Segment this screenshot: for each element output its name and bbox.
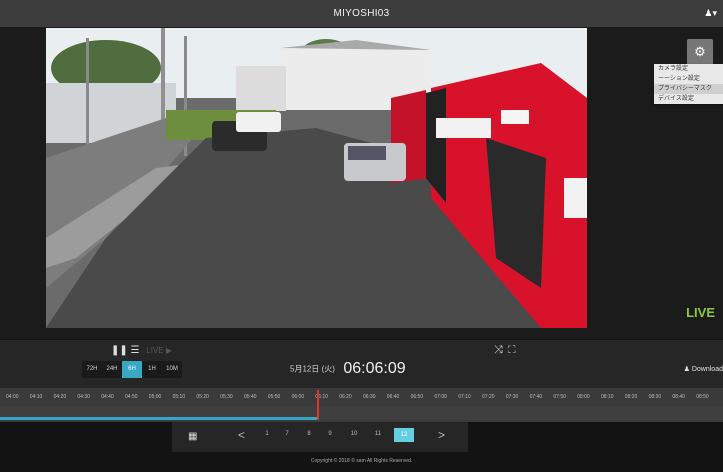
settings-menu-item-selected[interactable]: プライバシーマスク bbox=[654, 84, 723, 94]
timeline-tick-label: 04:20 bbox=[53, 394, 67, 400]
timeline-tick-label: 04:10 bbox=[29, 394, 43, 400]
calendar-icon[interactable]: ▦ bbox=[188, 431, 200, 442]
speed-option[interactable]: 72H bbox=[82, 361, 102, 378]
timeline-tick-label: 06:40 bbox=[386, 394, 400, 400]
timeline-tick-label: 08:40 bbox=[672, 394, 685, 400]
user-menu[interactable]: ♟▾ bbox=[704, 8, 717, 19]
timeline-tick-label: 08:00 bbox=[577, 394, 590, 400]
live-button[interactable]: LIVE ▶ bbox=[146, 346, 172, 355]
shrink-icon[interactable]: ⤨ bbox=[494, 344, 504, 356]
camera-video-feed[interactable] bbox=[46, 28, 587, 328]
settings-menu-item[interactable]: ーーション設定 bbox=[654, 74, 723, 84]
video-viewer: LIVE ⚙ カメラ設定 ーーション設定 プライバシーマスク デバイス設定 bbox=[0, 27, 723, 339]
timeline-tick-label: 07:40 bbox=[529, 394, 543, 400]
time-scale-selector: 72H 24H 6H 1H 10M bbox=[82, 361, 182, 378]
timeline-tick-label: 07:00 bbox=[434, 394, 447, 400]
timeline-tick-label: 06:50 bbox=[410, 394, 424, 400]
top-bar: MIYOSHI03 ♟▾ bbox=[0, 0, 723, 27]
timeline-playhead[interactable] bbox=[317, 390, 319, 420]
speed-option[interactable]: 10M bbox=[162, 361, 182, 378]
timeline-tick-label: 06:30 bbox=[363, 394, 376, 400]
timeline-ticks: 04:00 04:10 04:20 04:30 04:40 04:50 05:00 05:10… bbox=[0, 394, 723, 402]
timeline-tick-label: 08:30 bbox=[648, 394, 662, 400]
page-number[interactable]: 9 bbox=[323, 431, 337, 437]
timeline-tick-label: 08:50 bbox=[696, 394, 709, 400]
live-badge: LIVE bbox=[686, 305, 715, 320]
timeline-tick-label: 06:00 bbox=[291, 394, 305, 400]
download-button[interactable]: ♟ Download bbox=[684, 365, 723, 373]
timeline-tick-label: 07:30 bbox=[505, 394, 519, 400]
next-page-button[interactable]: > bbox=[438, 428, 445, 442]
list-icon[interactable]: ☰ bbox=[131, 345, 140, 356]
timeline-tick-label: 05:30 bbox=[220, 394, 233, 400]
timeline-tick-label: 06:20 bbox=[339, 394, 352, 400]
timeline-tick-label: 05:20 bbox=[196, 394, 209, 400]
page-number[interactable]: 1 bbox=[260, 431, 274, 437]
timeline-tick-label: 04:50 bbox=[125, 394, 138, 400]
timeline-tick-label: 05:10 bbox=[172, 394, 186, 400]
timeline-tick-label: 07:20 bbox=[482, 394, 495, 400]
settings-menu-item[interactable]: デバイス設定 bbox=[654, 94, 723, 104]
current-date: 5月12日 (火) bbox=[290, 364, 335, 374]
speed-option[interactable]: 24H bbox=[102, 361, 122, 378]
timeline-tick-label: 05:40 bbox=[244, 394, 257, 400]
current-datetime: 5月12日 (火) 06:06:09 bbox=[290, 360, 406, 378]
settings-menu: カメラ設定 ーーション設定 プライバシーマスク デバイス設定 bbox=[654, 64, 723, 104]
timeline-tick-label: 04:40 bbox=[101, 394, 114, 400]
timeline-tick-label: 05:00 bbox=[148, 394, 162, 400]
timeline-tick-label: 08:10 bbox=[601, 394, 614, 400]
timeline-tick-label: 08:20 bbox=[624, 394, 638, 400]
fullscreen-icon[interactable]: ⛶ bbox=[508, 344, 517, 356]
timeline-progress bbox=[0, 417, 319, 420]
gear-icon: ⚙ bbox=[694, 44, 706, 59]
timeline-tick-label: 05:50 bbox=[267, 394, 281, 400]
user-icon: ♟ bbox=[704, 8, 713, 18]
camera-title: MIYOSHI03 bbox=[333, 8, 390, 19]
download-icon: ♟ bbox=[683, 366, 690, 373]
playback-controls: ❚❚ ☰ LIVE ▶ 72H 24H 6H 1H 10M 5月12日 (火) … bbox=[0, 340, 723, 388]
timeline-tick-label: 04:00 bbox=[6, 394, 19, 400]
pagination: ▦ < 1 7 8 9 10 11 12 > bbox=[172, 422, 468, 452]
page-number[interactable]: 11 bbox=[371, 431, 385, 437]
settings-menu-item[interactable]: カメラ設定 bbox=[654, 64, 723, 74]
settings-button[interactable]: ⚙ bbox=[687, 39, 713, 65]
timeline-tick-label: 07:10 bbox=[458, 394, 471, 400]
timeline-tick-label: 04:30 bbox=[77, 394, 90, 400]
page-number[interactable]: 7 bbox=[280, 431, 294, 437]
page-number[interactable]: 8 bbox=[302, 431, 316, 437]
copyright-footer: Copyright © 2018 © sam All Rights Reserv… bbox=[310, 458, 413, 464]
page-number-current[interactable]: 12 bbox=[394, 428, 414, 442]
speed-option[interactable]: 1H bbox=[142, 361, 162, 378]
prev-page-button[interactable]: < bbox=[238, 428, 245, 442]
page-number[interactable]: 10 bbox=[347, 431, 361, 437]
speed-option-active[interactable]: 6H bbox=[122, 361, 142, 378]
timeline[interactable]: 04:00 04:10 04:20 04:30 04:40 04:50 05:00 05:10… bbox=[0, 388, 723, 422]
current-time: 06:06:09 bbox=[343, 360, 406, 377]
camera-image bbox=[46, 28, 587, 328]
pause-icon[interactable]: ❚❚ bbox=[111, 345, 128, 356]
view-icons: ⤨ ⛶ bbox=[494, 344, 517, 357]
timeline-tick-label: 07:50 bbox=[553, 394, 566, 400]
playback-icons: ❚❚ ☰ LIVE ▶ bbox=[111, 345, 172, 356]
